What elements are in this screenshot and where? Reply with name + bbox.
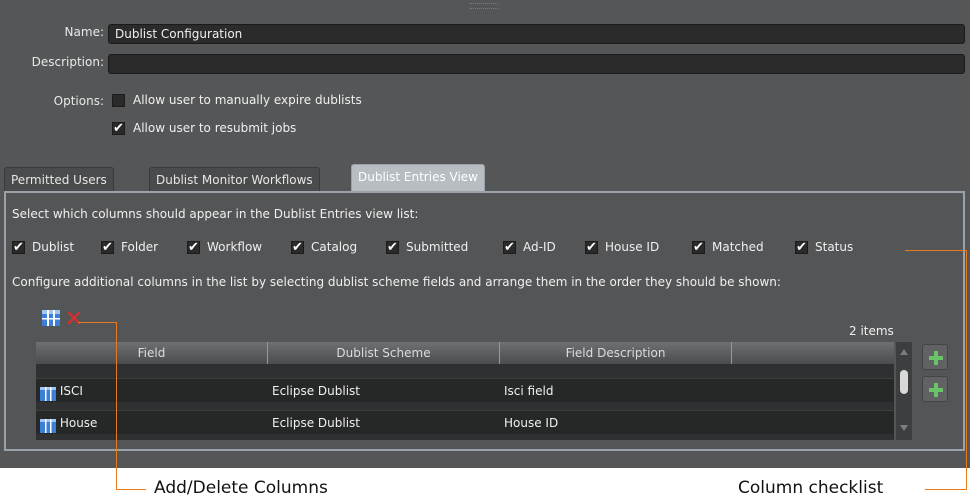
tab-dublist-entries-view[interactable]: Dublist Entries View [351, 164, 485, 191]
callout-line-add-delete [116, 322, 117, 490]
callout-line-checklist-foot [925, 489, 967, 490]
table-row[interactable]: ISCI Eclipse Dublist Isci field [36, 378, 894, 402]
row-scheme: Eclipse Dublist [272, 416, 361, 430]
callout-line-add-delete-foot [116, 489, 146, 490]
column-checkbox-dublist[interactable]: ✔ [12, 241, 25, 254]
resize-grip[interactable] [470, 3, 498, 9]
callout-line-checklist-v [966, 250, 967, 490]
column-label-matched: Matched [712, 240, 764, 254]
table-row[interactable]: House Eclipse Dublist House ID [36, 410, 894, 434]
column-checkbox-folder[interactable]: ✔ [101, 241, 114, 254]
description-label: Description: [31, 55, 104, 69]
column-checkbox-ad-id[interactable]: ✔ [503, 241, 516, 254]
column-select-instruction: Select which columns should appear in th… [12, 207, 419, 221]
column-checkbox-catalog[interactable]: ✔ [291, 241, 304, 254]
column-label-ad-id: Ad-ID [523, 240, 556, 254]
column-field-icon [40, 385, 56, 401]
expire-dublists-checkbox[interactable] [112, 94, 125, 107]
name-field[interactable]: Dublist Configuration [108, 24, 965, 44]
column-checkbox-house-id[interactable]: ✔ [585, 241, 598, 254]
options-label: Options: [53, 94, 104, 108]
scroll-down-icon[interactable] [900, 424, 908, 432]
column-checkbox-workflow[interactable]: ✔ [187, 241, 200, 254]
column-header-field[interactable]: Field [36, 342, 268, 364]
configure-columns-instruction: Configure additional columns in the list… [12, 275, 781, 289]
move-up-button[interactable] [922, 344, 948, 370]
name-label: Name: [64, 25, 104, 39]
description-field[interactable] [108, 54, 965, 74]
tab-dublist-monitor-workflows[interactable]: Dublist Monitor Workflows [149, 167, 320, 191]
column-label-folder: Folder [121, 240, 159, 254]
column-checkbox-submitted[interactable]: ✔ [386, 241, 399, 254]
scheme-fields-grid: Field Dublist Scheme Field Description I… [36, 342, 894, 440]
item-count: 2 items [849, 324, 894, 338]
resubmit-jobs-checkbox[interactable]: ✔ [112, 122, 125, 135]
scroll-thumb[interactable] [900, 370, 908, 394]
row-scheme: Eclipse Dublist [272, 384, 361, 398]
grid-scrollbar[interactable] [896, 342, 912, 440]
column-label-house-id: House ID [605, 240, 660, 254]
row-field-name: ISCI [59, 384, 83, 398]
row-description: Isci field [504, 384, 554, 398]
column-label-workflow: Workflow [207, 240, 263, 254]
column-label-catalog: Catalog [311, 240, 358, 254]
move-down-button[interactable] [922, 376, 948, 402]
resubmit-jobs-label: Allow user to resubmit jobs [133, 121, 297, 135]
scroll-up-icon[interactable] [900, 348, 908, 356]
callout-line-checklist-h [905, 250, 967, 251]
column-header-blank [732, 342, 894, 364]
column-header-dublist-scheme[interactable]: Dublist Scheme [268, 342, 500, 364]
column-checkbox-matched[interactable]: ✔ [692, 241, 705, 254]
column-checkbox-status[interactable]: ✔ [795, 241, 808, 254]
callout-line-add-delete-h [78, 322, 116, 323]
green-plus-icon [929, 351, 943, 365]
column-label-submitted: Submitted [406, 240, 469, 254]
row-description: House ID [504, 416, 559, 430]
column-field-icon [40, 417, 56, 433]
delete-icon[interactable] [66, 310, 82, 329]
expire-dublists-label: Allow user to manually expire dublists [133, 93, 362, 107]
row-field-name: House [59, 416, 98, 430]
add-column-icon[interactable] [42, 310, 60, 329]
column-header-field-description[interactable]: Field Description [500, 342, 732, 364]
annotation-column-checklist: Column checklist [738, 478, 884, 498]
dublist-config-panel: Name: Dublist Configuration Description:… [0, 0, 970, 468]
tab-permitted-users[interactable]: Permitted Users [4, 167, 114, 191]
column-label-dublist: Dublist [32, 240, 75, 254]
green-plus-icon [929, 383, 943, 397]
annotation-add-delete-columns: Add/Delete Columns [154, 478, 328, 498]
column-label-status: Status [815, 240, 854, 254]
